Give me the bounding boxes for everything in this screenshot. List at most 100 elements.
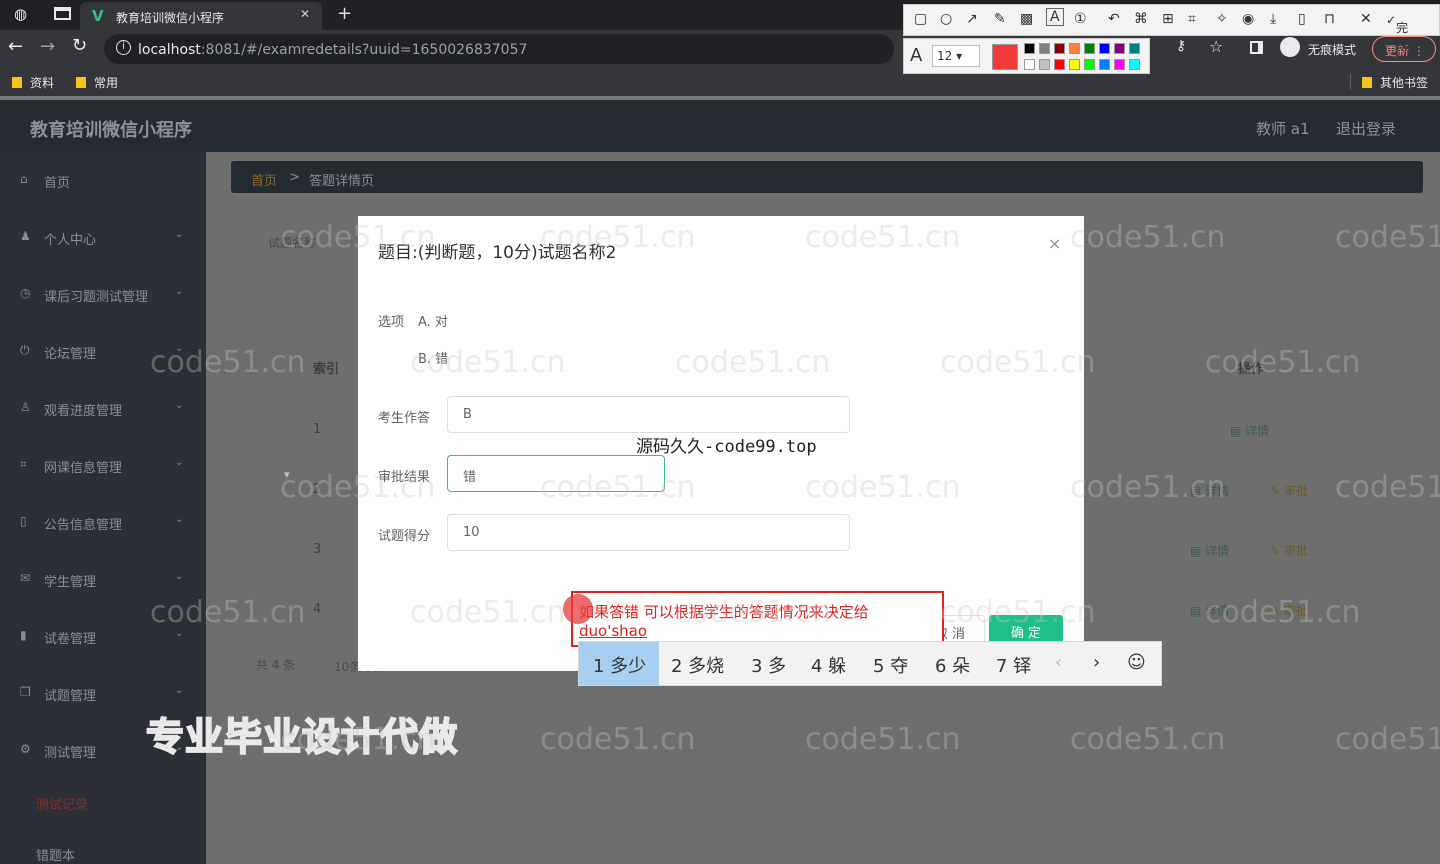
chevron-down-icon[interactable]: ⌄: [175, 685, 183, 696]
palette-swatch[interactable]: [1084, 43, 1095, 54]
sidebar-item[interactable]: ▮ 试卷管理 ⌄: [0, 622, 206, 652]
sidebar-item[interactable]: ♙ 观看进度管理 ⌄: [0, 394, 206, 424]
breadcrumb-home[interactable]: 首页: [251, 170, 277, 189]
annotation-textbox[interactable]: 如果答错 可以根据学生的答题情况来决定给 duo'shao: [571, 591, 944, 647]
tab-search-icon[interactable]: [54, 7, 71, 20]
chevron-down-icon[interactable]: ▾: [284, 468, 290, 481]
table-row-index: 4: [313, 602, 322, 617]
ime-emoji-icon[interactable]: ☺: [1127, 652, 1146, 673]
dialog-close-icon[interactable]: ×: [1048, 234, 1061, 253]
edit-link[interactable]: ✎ 审批: [1270, 482, 1308, 499]
new-tab-button[interactable]: +: [337, 3, 352, 24]
edit-link[interactable]: ✎ 审批: [1270, 602, 1308, 619]
font-size-select[interactable]: 12 ▾: [932, 45, 980, 67]
translate-icon[interactable]: ⊞: [1162, 11, 1174, 27]
undo-icon[interactable]: ↶: [1108, 11, 1120, 27]
download-icon[interactable]: ⤓: [1270, 11, 1276, 27]
palette-swatch[interactable]: [1129, 43, 1140, 54]
sidebar-item[interactable]: ♟ 个人中心 ⌄: [0, 223, 206, 253]
ime-next-icon[interactable]: ›: [1093, 652, 1100, 673]
palette-swatch[interactable]: [1099, 43, 1110, 54]
detail-link[interactable]: ▤ 详情: [1190, 602, 1229, 619]
palette-swatch[interactable]: [1054, 59, 1065, 70]
edit-link[interactable]: ✎ 审批: [1270, 542, 1308, 559]
palette-swatch[interactable]: [1069, 43, 1080, 54]
ime-candidate[interactable]: 5 夺: [873, 652, 908, 678]
palette-swatch[interactable]: [1099, 59, 1110, 70]
palette-swatch[interactable]: [1024, 59, 1035, 70]
browser-tab[interactable]: V 教育培训微信小程序 ✕: [80, 2, 322, 30]
chevron-down-icon[interactable]: ⌄: [175, 514, 183, 525]
palette-swatch[interactable]: [1084, 59, 1095, 70]
key-icon[interactable]: ⚷: [1176, 38, 1186, 54]
ime-candidate[interactable]: 4 躲: [811, 652, 846, 678]
chevron-down-icon[interactable]: ⌄: [175, 229, 183, 240]
text-tool-icon[interactable]: A: [1046, 8, 1064, 26]
submenu-item-test-records[interactable]: 测试记录: [36, 794, 88, 813]
arrow-tool-icon[interactable]: ↗: [966, 11, 978, 27]
answer-field[interactable]: B: [447, 396, 850, 433]
mail-icon: ✉: [20, 571, 31, 585]
record-icon[interactable]: ◉: [1242, 11, 1254, 27]
bookmark-folder-1[interactable]: 资料: [12, 74, 54, 91]
palette-swatch[interactable]: [1039, 43, 1050, 54]
cancel-icon[interactable]: ✕: [1360, 11, 1372, 27]
magic-icon[interactable]: ✧: [1216, 11, 1228, 27]
active-color-swatch[interactable]: [992, 44, 1018, 70]
tab-close-icon[interactable]: ✕: [300, 7, 310, 21]
mosaic-tool-icon[interactable]: ▩: [1020, 11, 1033, 27]
palette-swatch[interactable]: [1129, 59, 1140, 70]
palette-swatch[interactable]: [1114, 43, 1125, 54]
bookmark-folder-2[interactable]: 常用: [76, 74, 118, 91]
palette-swatch[interactable]: [1114, 59, 1125, 70]
sidebar-item[interactable]: ▯ 公告信息管理 ⌄: [0, 508, 206, 538]
chevron-down-icon[interactable]: ⌄: [175, 400, 183, 411]
info-icon[interactable]: i: [116, 40, 131, 55]
phone-save-icon[interactable]: ▯: [1298, 11, 1306, 27]
chevron-down-icon[interactable]: ⌄: [175, 343, 183, 354]
palette-swatch[interactable]: [1039, 59, 1050, 70]
palette-swatch[interactable]: [1024, 43, 1035, 54]
ime-prev-icon[interactable]: ‹: [1055, 652, 1062, 673]
star-icon[interactable]: ☆: [1209, 37, 1223, 56]
chevron-down-icon[interactable]: ⌄: [175, 571, 183, 582]
palette-swatch[interactable]: [1069, 59, 1080, 70]
other-bookmarks[interactable]: 其他书签: [1362, 74, 1428, 91]
sidebar-item[interactable]: ❐ 试题管理 ⌄: [0, 679, 206, 709]
sidebar-item[interactable]: ◷ 课后习题测试管理 ⌄: [0, 280, 206, 310]
browser-menu-icon[interactable]: ◍: [14, 5, 27, 23]
chevron-down-icon[interactable]: ⌄: [175, 286, 183, 297]
score-input[interactable]: 10: [447, 514, 850, 551]
detail-link[interactable]: ▤ 详情: [1190, 542, 1229, 559]
ime-candidate[interactable]: 7 铎: [996, 652, 1031, 678]
forward-icon[interactable]: →: [40, 36, 55, 57]
chevron-down-icon[interactable]: ⌄: [175, 457, 183, 468]
sidepanel-icon[interactable]: [1250, 41, 1263, 54]
chevron-down-icon[interactable]: ⌄: [175, 628, 183, 639]
result-select[interactable]: 错: [447, 455, 665, 492]
pen-tool-icon[interactable]: ✎: [994, 11, 1006, 27]
reload-icon[interactable]: ↻: [72, 35, 87, 56]
sidebar-item[interactable]: ✉ 学生管理 ⌄: [0, 565, 206, 595]
back-icon[interactable]: ←: [8, 36, 23, 57]
bookmark-save-icon[interactable]: ⊓: [1324, 11, 1335, 27]
sidebar-item[interactable]: ⌗ 网课信息管理 ⌄: [0, 451, 206, 481]
submenu-item-wrong-book[interactable]: 错题本: [36, 845, 75, 864]
detail-link[interactable]: ▤ 详情: [1230, 422, 1269, 439]
sidebar-item[interactable]: ⏻ 论坛管理 ⌄: [0, 337, 206, 367]
ocr-icon[interactable]: ⌗: [1188, 11, 1196, 27]
ellipse-tool-icon[interactable]: ○: [940, 11, 952, 27]
ime-candidate[interactable]: 2 多烧: [671, 652, 724, 678]
ime-candidate[interactable]: 1 多少: [593, 652, 646, 678]
detail-link[interactable]: ▤ 详情: [1190, 482, 1229, 499]
pin-icon[interactable]: ⌘: [1134, 11, 1148, 27]
ime-candidate[interactable]: 3 多: [751, 652, 786, 678]
ime-candidate[interactable]: 6 朵: [935, 652, 970, 678]
logout-link[interactable]: 退出登录: [1336, 118, 1396, 139]
address-bar[interactable]: i localhost:8081/#/examredetails?uuid=16…: [104, 34, 894, 64]
rect-tool-icon[interactable]: ▢: [914, 11, 927, 27]
number-tool-icon[interactable]: ①: [1074, 11, 1087, 27]
palette-swatch[interactable]: [1054, 43, 1065, 54]
sidebar-item[interactable]: ⌂ 首页: [0, 166, 206, 196]
done-button[interactable]: ✓ 完成: [1386, 13, 1408, 52]
